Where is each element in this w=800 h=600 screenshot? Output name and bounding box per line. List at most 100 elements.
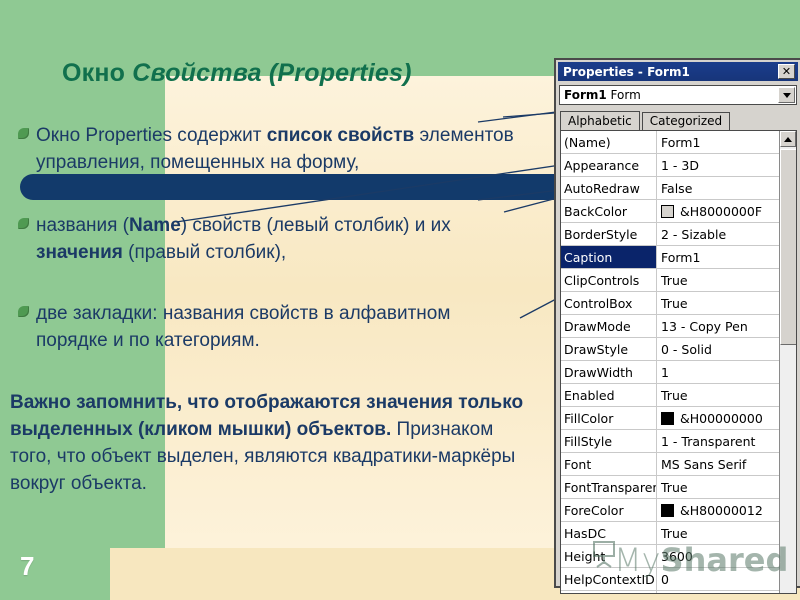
scroll-up-glyph xyxy=(784,136,792,142)
property-value[interactable]: &H00000000 xyxy=(657,407,779,429)
property-grid-container: (Name) Form1 Appearance 1 - 3D AutoRedraw Fal… xyxy=(560,130,797,594)
page-title-italic: Свойства (Properties) xyxy=(132,59,412,87)
property-row[interactable]: HelpContextID 0 xyxy=(561,568,779,591)
color-swatch-icon xyxy=(661,204,674,218)
property-value[interactable]: 0 - Solid xyxy=(657,338,779,360)
property-name: FillColor xyxy=(561,407,657,429)
property-value[interactable]: True xyxy=(657,292,779,314)
property-value[interactable]: MS Sans Serif xyxy=(657,453,779,475)
property-row[interactable]: FillColor &H00000000 xyxy=(561,407,779,430)
bullet-1-bold: список свойств xyxy=(266,125,415,146)
page-title-plain: Окно xyxy=(62,59,133,87)
bullet-item-2: названия (Name) свойств (левый столбик) … xyxy=(36,212,516,266)
property-name: Enabled xyxy=(561,384,657,406)
property-name: Caption xyxy=(561,246,657,268)
close-icon[interactable]: ✕ xyxy=(778,64,795,79)
slide-number: 7 xyxy=(20,551,35,581)
footer-accent-block xyxy=(0,548,110,600)
property-row[interactable]: Font MS Sans Serif xyxy=(561,453,779,476)
property-value[interactable]: &H8000000F xyxy=(657,200,779,222)
scroll-up-icon[interactable] xyxy=(780,131,796,147)
properties-window-titlebar[interactable]: Properties - Form1 ✕ xyxy=(558,62,798,81)
property-value[interactable]: 1 - Transparent xyxy=(657,430,779,452)
property-value-text: &H80000012 xyxy=(680,502,763,518)
property-grid[interactable]: (Name) Form1 Appearance 1 - 3D AutoRedraw Fal… xyxy=(561,131,779,593)
property-value[interactable]: &H80000012 xyxy=(657,499,779,521)
property-grid-scrollbar[interactable] xyxy=(779,131,796,593)
properties-window-title: Properties - Form1 xyxy=(563,64,690,79)
property-value[interactable]: Form1 xyxy=(657,246,779,268)
property-row[interactable]: Height 3600 xyxy=(561,545,779,568)
property-name: BorderStyle xyxy=(561,223,657,245)
property-value[interactable]: 1 xyxy=(657,361,779,383)
property-name: ControlBox xyxy=(561,292,657,314)
property-row[interactable]: ForeColor &H80000012 xyxy=(561,499,779,522)
property-row[interactable]: HasDC True xyxy=(561,522,779,545)
property-name: ClipControls xyxy=(561,269,657,291)
property-row[interactable]: FontTransparent True xyxy=(561,476,779,499)
property-row[interactable]: AutoRedraw False xyxy=(561,177,779,200)
property-name: HasDC xyxy=(561,522,657,544)
property-name: FillStyle xyxy=(561,430,657,452)
bullet-item-3: две закладки: названия свойств в алфавит… xyxy=(36,300,516,354)
property-value[interactable]: True xyxy=(657,476,779,498)
property-row[interactable]: BackColor &H8000000F xyxy=(561,200,779,223)
property-row[interactable]: Caption Form1 xyxy=(561,246,779,269)
color-swatch-icon xyxy=(661,503,674,517)
bullet-2-post: (правый столбик), xyxy=(122,242,287,263)
property-row[interactable]: ClipControls True xyxy=(561,269,779,292)
property-value[interactable]: True xyxy=(657,384,779,406)
property-value[interactable]: Form1 xyxy=(657,131,779,153)
property-row[interactable]: Enabled True xyxy=(561,384,779,407)
property-value[interactable]: 2 - Sizable xyxy=(657,223,779,245)
scrollbar-thumb[interactable] xyxy=(780,149,796,345)
property-value[interactable]: False xyxy=(657,177,779,199)
slide: Окно Свойства (Properties) Окно Properti… xyxy=(0,0,800,600)
property-value[interactable]: 1 - 3D xyxy=(657,154,779,176)
summary-paragraph: Важно запомнить, что отображаются значен… xyxy=(10,389,530,497)
object-type: Form xyxy=(606,88,641,102)
object-selector-combobox[interactable]: Form1 Form xyxy=(559,85,797,105)
properties-tabs: Alphabetic Categorized xyxy=(560,110,797,130)
properties-window[interactable]: Properties - Form1 ✕ Form1 Form Alphabet… xyxy=(554,58,800,594)
property-name: BackColor xyxy=(561,200,657,222)
property-name: DrawMode xyxy=(561,315,657,337)
property-row[interactable]: DrawWidth 1 xyxy=(561,361,779,384)
property-value[interactable]: 3600 xyxy=(657,545,779,567)
property-row[interactable]: Appearance 1 - 3D xyxy=(561,154,779,177)
bullet-2-bold2: значения xyxy=(36,242,123,263)
property-value[interactable]: True xyxy=(657,269,779,291)
page-title: Окно Свойства (Properties) xyxy=(62,58,562,88)
property-name: Height xyxy=(561,545,657,567)
property-row[interactable]: Icon(Icon) xyxy=(561,591,779,593)
property-value[interactable]: 13 - Copy Pen xyxy=(657,315,779,337)
bullet-2-pre: названия ( xyxy=(36,215,130,236)
bullet-1-pre: Окно Properties содержит xyxy=(36,125,267,146)
property-value[interactable]: 0 xyxy=(657,568,779,590)
chevron-down-glyph xyxy=(782,92,791,98)
chevron-down-icon[interactable] xyxy=(778,87,795,103)
property-value-text: &H00000000 xyxy=(680,410,763,426)
property-row[interactable]: (Name) Form1 xyxy=(561,131,779,154)
property-value[interactable]: (Icon) xyxy=(657,591,779,593)
property-row[interactable]: DrawMode 13 - Copy Pen xyxy=(561,315,779,338)
property-value[interactable]: True xyxy=(657,522,779,544)
bullet-2-mid: ) свойств (левый столбик) и их xyxy=(180,215,451,236)
bullet-3-text: две закладки: названия свойств в алфавит… xyxy=(36,303,451,351)
property-name: AutoRedraw xyxy=(561,177,657,199)
object-selector-value: Form1 Form xyxy=(560,88,778,102)
bullet-item-1: Окно Properties содержит список свойств … xyxy=(36,122,516,176)
property-row[interactable]: ControlBox True xyxy=(561,292,779,315)
tab-categorized[interactable]: Categorized xyxy=(641,112,731,130)
property-name: Font xyxy=(561,453,657,475)
property-name: DrawWidth xyxy=(561,361,657,383)
property-name: Appearance xyxy=(561,154,657,176)
property-row[interactable]: BorderStyle 2 - Sizable xyxy=(561,223,779,246)
property-row[interactable]: FillStyle 1 - Transparent xyxy=(561,430,779,453)
color-swatch-icon xyxy=(661,411,674,425)
tab-alphabetic[interactable]: Alphabetic xyxy=(560,111,640,130)
property-row[interactable]: DrawStyle 0 - Solid xyxy=(561,338,779,361)
property-name: FontTransparent xyxy=(561,476,657,498)
property-name: HelpContextID xyxy=(561,568,657,590)
property-name: (Name) xyxy=(561,131,657,153)
